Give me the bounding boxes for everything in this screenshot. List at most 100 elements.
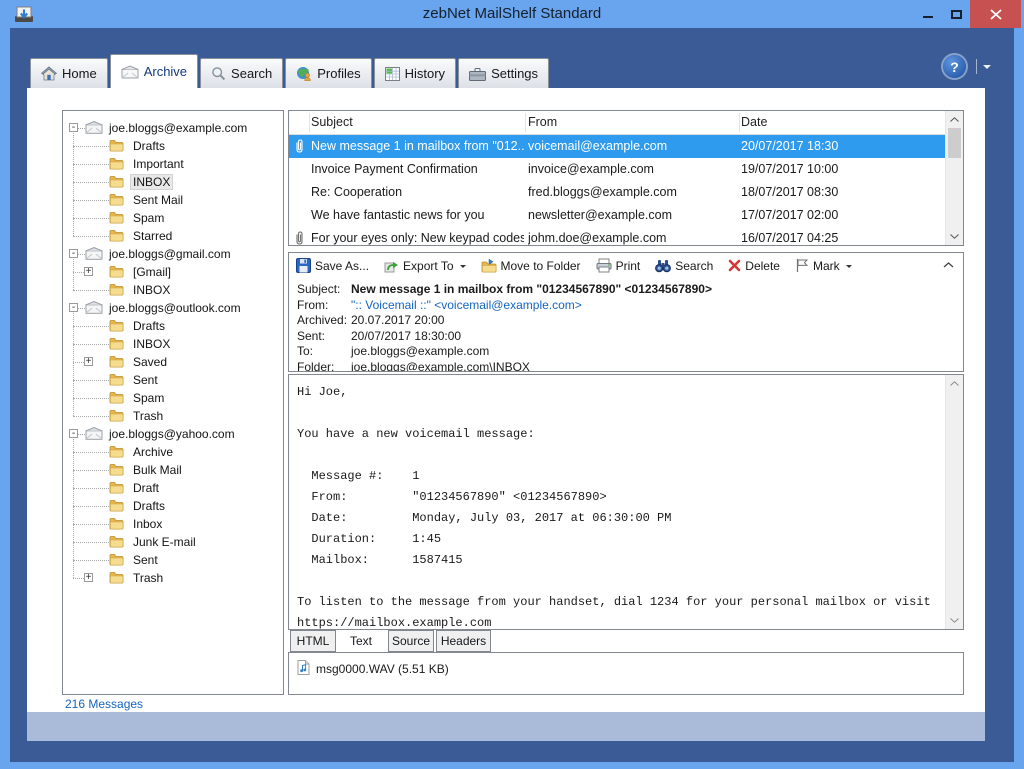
folder-row[interactable]: Spam [63, 209, 283, 227]
folder-row[interactable]: Drafts [63, 497, 283, 515]
dropdown-caret-icon[interactable] [846, 265, 852, 271]
message-row[interactable]: New message 1 in mailbox from "012...voi… [289, 135, 945, 158]
account-row[interactable]: -joe.bloggs@gmail.com [63, 245, 283, 263]
folder-row[interactable]: Drafts [63, 317, 283, 335]
collapse-expander-icon[interactable]: - [69, 249, 78, 258]
folder-row[interactable]: Sent [63, 371, 283, 389]
view-tab-html[interactable]: HTML [290, 630, 336, 652]
folder-row[interactable]: Archive [63, 443, 283, 461]
folder-row[interactable]: +[Gmail] [63, 263, 283, 281]
folder-label: Spam [131, 391, 166, 405]
folder-row[interactable]: Sent [63, 551, 283, 569]
folder-label: Spam [131, 211, 166, 225]
scrollbar-thumb[interactable] [948, 128, 961, 158]
tree-connector-stub [73, 416, 109, 417]
folder-row[interactable]: Important [63, 155, 283, 173]
message-list-panel: Subject From Date New message 1 in mailb… [288, 110, 964, 246]
tree-connector-stub [73, 578, 84, 579]
message-from: invoice@example.com [528, 162, 736, 176]
mark-button[interactable]: Mark [795, 258, 852, 273]
tab-label: Profiles [317, 66, 360, 81]
folder-row[interactable]: Trash [63, 407, 283, 425]
message-date: 18/07/2017 08:30 [741, 185, 901, 199]
view-tab-source[interactable]: Source [388, 630, 434, 652]
message-subject: Invoice Payment Confirmation [311, 162, 524, 176]
message-body-scrollbar[interactable] [945, 375, 963, 629]
delete-button[interactable]: Delete [728, 259, 780, 273]
tree-connector-stub [73, 218, 109, 219]
search-button[interactable]: Search [655, 259, 713, 273]
tab-search[interactable]: Search [200, 58, 283, 88]
account-row[interactable]: -joe.bloggs@yahoo.com [63, 425, 283, 443]
app-window: { "window": { "title": "zebNet MailShelf… [0, 0, 1024, 769]
tab-profiles[interactable]: Profiles [285, 58, 371, 88]
scroll-up-icon[interactable] [946, 112, 963, 127]
message-row[interactable]: We have fantastic news for younewsletter… [289, 204, 945, 227]
header-field-label: From: [289, 298, 351, 312]
message-row[interactable]: Invoice Payment Confirmation invoice@exam… [289, 158, 945, 181]
collapse-expander-icon[interactable]: - [69, 429, 78, 438]
folder-tree: -joe.bloggs@example.comDraftsImportantIN… [63, 111, 283, 694]
header-field-value: joe.bloggs@example.com\INBOX [351, 360, 530, 372]
message-list-header: Subject From Date [289, 111, 945, 135]
move-to-folder-button[interactable]: Move to Folder [481, 259, 581, 273]
title-bar: zebNet MailShelf Standard [0, 0, 1024, 28]
folder-row[interactable]: INBOX [63, 335, 283, 353]
folder-row[interactable]: INBOX [63, 173, 283, 191]
expand-expander-icon[interactable]: + [84, 357, 93, 366]
folder-row[interactable]: + Trash [63, 569, 283, 587]
tree-connector-stub [73, 398, 109, 399]
folder-row[interactable]: Junk E-mail [63, 533, 283, 551]
folder-row[interactable]: Inbox [63, 515, 283, 533]
help-dropdown-icon[interactable] [983, 65, 991, 73]
collapse-toolbar-icon[interactable] [943, 262, 954, 268]
message-list-scrollbar[interactable] [945, 111, 963, 245]
message-row[interactable]: Re: Cooperationfred.bloggs@example.com18… [289, 181, 945, 204]
maximize-button[interactable] [943, 0, 969, 28]
message-headers: Subject:New message 1 in mailbox from "0… [289, 280, 963, 371]
scroll-up-icon[interactable] [946, 376, 963, 391]
tree-connector-stub [73, 344, 109, 345]
folder-row[interactable]: Sent Mail [63, 191, 283, 209]
view-tab-text[interactable]: Text [338, 630, 384, 652]
help-button[interactable]: ? [943, 55, 966, 78]
column-header-subject[interactable]: Subject [311, 115, 353, 129]
folder-row[interactable]: Bulk Mail [63, 461, 283, 479]
folder-row[interactable]: Drafts [63, 137, 283, 155]
scroll-down-icon[interactable] [946, 229, 963, 244]
folder-row[interactable]: +Saved [63, 353, 283, 371]
dropdown-caret-icon[interactable] [460, 265, 466, 271]
minimize-button[interactable] [915, 0, 941, 28]
collapse-expander-icon[interactable]: - [69, 303, 78, 312]
column-header-date[interactable]: Date [741, 115, 767, 129]
tab-home[interactable]: Home [30, 58, 108, 88]
account-row[interactable]: -joe.bloggs@example.com [63, 119, 283, 137]
folder-label: Trash [131, 571, 165, 585]
folder-row[interactable]: INBOX [63, 281, 283, 299]
save-as-button[interactable]: Save As... [296, 258, 369, 273]
column-header-from[interactable]: From [528, 115, 557, 129]
scroll-down-icon[interactable] [946, 613, 963, 628]
tab-history[interactable]: History [374, 58, 456, 88]
folder-row[interactable]: Draft [63, 479, 283, 497]
expand-expander-icon[interactable]: + [84, 267, 93, 276]
export-to-button[interactable]: Export To [384, 258, 465, 273]
message-row[interactable]: For your eyes only: New keypad codesjohm… [289, 227, 945, 245]
close-button[interactable] [970, 0, 1021, 28]
attachment-item[interactable]: msg0000.WAV (5.51 KB) [316, 662, 449, 676]
header-field-row: Sent:20/07/2017 18:30:00 [289, 329, 963, 345]
view-tab-headers[interactable]: Headers [436, 630, 491, 652]
folder-row[interactable]: Starred [63, 227, 283, 245]
header-field-value[interactable]: ":: Voicemail ::" <voicemail@example.com… [351, 298, 582, 312]
header-field-label: Archived: [289, 313, 351, 327]
print-button[interactable]: Print [596, 258, 641, 273]
expand-expander-icon[interactable]: + [84, 573, 93, 582]
header-field-label: Subject: [289, 282, 351, 296]
tab-archive[interactable]: Archive [110, 54, 198, 88]
collapse-expander-icon[interactable]: - [69, 123, 78, 132]
tab-label: Home [62, 66, 97, 81]
tab-settings[interactable]: Settings [458, 58, 549, 88]
account-row[interactable]: -joe.bloggs@outlook.com [63, 299, 283, 317]
search-binoculars-icon [655, 259, 671, 273]
folder-row[interactable]: Spam [63, 389, 283, 407]
